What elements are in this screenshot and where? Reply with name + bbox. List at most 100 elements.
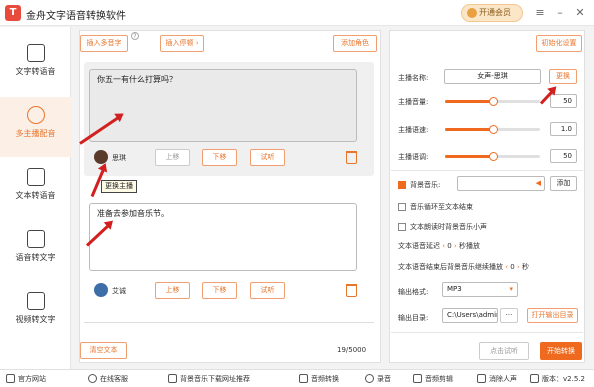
bgm-field[interactable]: ◀ (457, 176, 545, 191)
speed-fill (445, 128, 493, 131)
info-icon (530, 374, 539, 383)
move-down-button[interactable]: 下移 (202, 149, 237, 166)
pitch-knob[interactable] (488, 152, 498, 161)
bottom-label: 背景音乐下载网址推荐 (180, 375, 250, 383)
record-link[interactable]: 录音 (365, 374, 391, 384)
vocal-icon (477, 374, 486, 383)
minimize-icon[interactable]: – (553, 6, 567, 20)
vip-button[interactable]: 开通会员 (461, 4, 523, 22)
anchor-label: 主播名称: (398, 74, 429, 82)
mic-icon (365, 374, 374, 383)
format-select[interactable]: MP3 ▾ (442, 282, 518, 297)
bottom-label: 消除人声 (489, 375, 517, 383)
browse-button[interactable]: ··· (500, 308, 518, 323)
vocal-remove-link[interactable]: 消除人声 (477, 374, 517, 384)
sidebar-label: 文字转语音 (15, 67, 56, 76)
divider (84, 322, 374, 323)
help-icon[interactable]: ? (131, 32, 139, 40)
pitch-slider[interactable] (445, 152, 540, 161)
delay-value: 0 (447, 242, 452, 250)
online-service-link[interactable]: 在线客服 (88, 374, 128, 384)
start-convert-button[interactable]: 开始转换 (540, 342, 582, 360)
delay-stepper[interactable]: ‹ 0 › (442, 242, 457, 250)
speed-input[interactable]: 1.0 (550, 122, 577, 136)
sidebar-label: 多主播配音 (15, 129, 56, 138)
segment-text-input[interactable]: 你五一有什么打算吗？ (89, 69, 357, 142)
volume-label: 主播音量: (398, 98, 429, 106)
preview-button[interactable]: 试听 (250, 149, 285, 166)
click-preview-button[interactable]: 点击试听 (479, 342, 529, 360)
sidebar: 文字转语音 多主播配音 文本转语音 语音转文字 视频转文字 (0, 27, 71, 369)
audio-edit-link[interactable]: 音频剪辑 (413, 374, 453, 384)
volume-slider[interactable] (445, 97, 540, 106)
video-icon (26, 292, 45, 310)
clear-text-button[interactable]: 清空文本 (80, 342, 127, 359)
move-up-button[interactable]: 上移 (155, 149, 190, 166)
delay-row: 文本语音延迟 ‹ 0 › 秒播放 (398, 241, 480, 251)
bgm-checkbox[interactable] (398, 181, 406, 189)
loop-checkbox[interactable] (398, 203, 406, 211)
version-info: 版本：v2.5.2 (530, 374, 585, 384)
pitch-label: 主播语调: (398, 153, 429, 161)
continue-unit: 秒 (522, 263, 529, 271)
continue-row: 文本语音结束后背景音乐继续播放 ‹ 0 › 秒 (398, 262, 529, 272)
sidebar-item-speech-to-text[interactable]: 语音转文字 (0, 221, 71, 281)
speed-label: 主播语速: (398, 126, 429, 134)
official-site-link[interactable]: 官方网站 (6, 374, 46, 384)
add-bgm-button[interactable]: 添加 (550, 176, 577, 191)
person-icon (26, 106, 45, 124)
bottom-label: 官方网站 (18, 375, 46, 383)
bottom-bar: 官方网站 在线客服 背景音乐下载网址推荐 音频转换 录音 音频剪辑 消除人声 版… (0, 369, 594, 387)
bgm-download-link[interactable]: 背景音乐下载网址推荐 (168, 374, 250, 384)
insert-polyphone-button[interactable]: 插入多音字 (80, 35, 128, 52)
add-role-button[interactable]: 添加角色 (333, 35, 377, 52)
divider (391, 170, 583, 171)
insert-pause-button[interactable]: 插入停顿 › (160, 35, 204, 52)
sidebar-item-multi-anchor[interactable]: 多主播配音 (0, 97, 71, 157)
change-anchor-button[interactable]: 更换 (549, 69, 577, 84)
move-up-button[interactable]: 上移 (155, 282, 190, 299)
bgm-label: 背景音乐: (410, 181, 441, 189)
sidebar-item-doc-to-speech[interactable]: 文本转语音 (0, 159, 71, 219)
speed-knob[interactable] (488, 125, 498, 134)
version-label: 版本：v2.5.2 (542, 375, 585, 383)
text-voice-icon (26, 44, 45, 62)
sidebar-item-text-to-speech[interactable]: 文字转语音 (0, 35, 71, 95)
trash-icon[interactable] (346, 151, 357, 164)
app-title: 金舟文字语音转换软件 (26, 11, 126, 22)
avatar[interactable] (94, 283, 108, 297)
app-logo: T (5, 5, 21, 21)
preview-button[interactable]: 试听 (250, 282, 285, 299)
format-value: MP3 (447, 285, 462, 293)
continue-stepper[interactable]: ‹ 0 › (505, 263, 520, 271)
move-down-button[interactable]: 下移 (202, 282, 237, 299)
output-dir-field[interactable]: C:\Users\admir (442, 308, 498, 323)
menu-icon[interactable]: ≡ (533, 6, 547, 20)
trash-icon[interactable] (346, 284, 357, 297)
change-anchor-tooltip: 更换主播 (101, 180, 137, 193)
volume-knob[interactable] (488, 97, 498, 106)
continue-label: 文本语音结束后背景音乐继续播放 (398, 263, 503, 271)
document-icon (26, 168, 45, 186)
speed-slider[interactable] (445, 125, 540, 134)
open-output-dir-button[interactable]: 打开输出目录 (527, 308, 578, 323)
lower-volume-label: 文本朗读时背景音乐小声 (410, 223, 487, 231)
voice-name: 思琪 (112, 154, 126, 162)
sidebar-label: 视频转文字 (15, 315, 56, 324)
pitch-input[interactable]: 50 (550, 149, 577, 163)
continue-value: 0 (510, 263, 515, 271)
speaker-icon[interactable]: ◀ (536, 177, 541, 190)
bottom-label: 音频剪辑 (425, 375, 453, 383)
speech-text-icon (26, 230, 45, 248)
segment-text-input[interactable]: 准备去参加音乐节。 (89, 203, 357, 271)
init-settings-button[interactable]: 初始化设置 (536, 35, 582, 52)
vip-label: 开通会员 (479, 8, 511, 17)
anchor-name-field: 女声-思琪 (444, 69, 541, 84)
audio-convert-link[interactable]: 音频转换 (299, 374, 339, 384)
dir-label: 输出目录: (398, 314, 429, 322)
format-label: 输出格式: (398, 288, 429, 296)
lower-volume-checkbox[interactable] (398, 223, 406, 231)
volume-input[interactable]: 50 (550, 94, 577, 108)
close-icon[interactable]: ✕ (573, 6, 587, 20)
sidebar-item-video-to-text[interactable]: 视频转文字 (0, 283, 71, 343)
